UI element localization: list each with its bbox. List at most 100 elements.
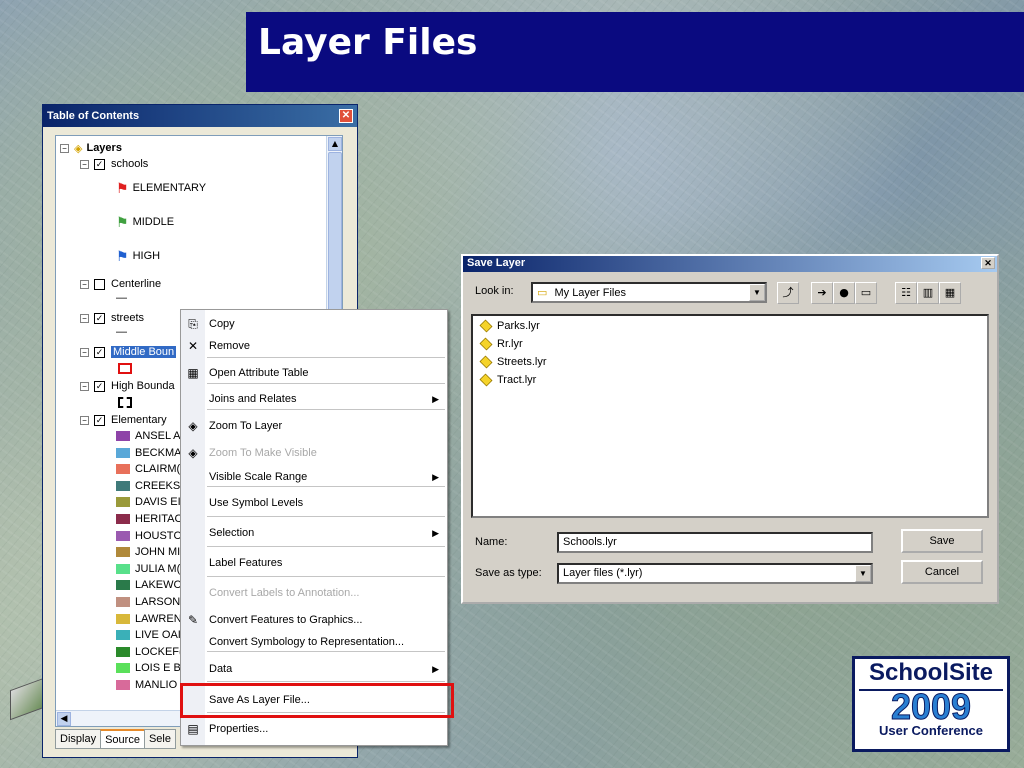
toc-layer-label: Middle Boun [111,346,177,358]
layer-context-menu: ⎘ Copy ✕ Remove ▦ Open Attribute Table Joins a… [180,309,448,746]
toc-class-item[interactable]: CLAIRM( [116,461,180,477]
color-swatch [116,580,130,591]
toc-class-item[interactable]: LIVE OAI [116,627,181,643]
thumbnails-view-icon: ▦ [944,286,956,299]
toc-class-elementary[interactable]: ⚑ ELEMENTARY [116,180,206,196]
menu-item[interactable]: ◈ Zoom To Layer [181,414,447,438]
layer-checkbox[interactable]: ✓ [94,312,105,324]
layer-checkbox[interactable]: ✓ [94,414,105,426]
file-list[interactable]: Parks.lyr Rr.lyr Streets.lyr Tract.lyr [471,314,989,518]
file-name-input[interactable]: Schools.lyr [557,532,873,553]
collapse-icon[interactable]: − [80,313,89,323]
tab-display[interactable]: Display [55,729,102,749]
menu-item[interactable]: ◈ Zoom To Make Visible [181,441,447,465]
menu-separator [207,546,445,547]
connect-folder-button[interactable]: ➔ [811,282,833,304]
toc-class-item[interactable]: HOUSTC [116,528,181,544]
toc-layer-schools[interactable]: − ✓ schools [80,156,148,172]
toc-class-label: LAKEWC [135,579,182,592]
tab-source[interactable]: Source [100,729,145,749]
menu-item[interactable]: ✕ Remove [181,334,447,358]
file-item[interactable]: Tract.lyr [479,373,536,387]
disconnect-folder-icon: ● [839,286,849,299]
toc-class-item[interactable]: HERITAC [116,511,182,527]
file-item[interactable]: Streets.lyr [479,355,547,369]
toc-root-label: Layers [86,142,122,154]
menu-item-label: Zoom To Layer [209,420,283,432]
close-icon[interactable]: ✕ [339,109,353,123]
look-in-label: Look in: [475,285,514,297]
toc-class-label: JULIA M( [135,562,181,575]
layer-checkbox[interactable] [94,278,105,290]
toc-class-item[interactable]: JOHN MI [116,544,180,560]
toc-class-item[interactable]: BECKMA [116,445,181,461]
school-flag-green-icon: ⚑ [116,213,129,230]
toc-class-item[interactable]: MANLIO [116,677,177,693]
menu-item[interactable]: Data ▶ [181,657,447,681]
toc-class-high[interactable]: ⚑ HIGH [116,248,160,264]
toc-class-item[interactable]: LARSON [116,594,180,610]
menu-item[interactable]: ✎ Convert Features to Graphics... [181,608,447,632]
toc-class-item[interactable]: JULIA M( [116,561,180,577]
close-icon[interactable]: ✕ [981,257,995,269]
color-swatch [116,613,130,624]
collapse-icon[interactable]: − [80,279,89,289]
chevron-down-icon[interactable]: ▼ [855,565,871,582]
menu-item[interactable]: Selection ▶ [181,521,447,545]
collapse-icon[interactable]: − [80,381,89,391]
toc-class-middle[interactable]: ⚑ MIDDLE [116,214,174,230]
toc-layer-high-boundaries[interactable]: − ✓ High Bounda [80,378,175,394]
scroll-up-icon[interactable]: ▲ [328,137,342,151]
layer-file-icon [479,355,493,369]
toc-class-label: MIDDLE [132,216,175,228]
look-in-dropdown[interactable]: ▭ My Layer Files ▼ [531,282,767,303]
submenu-arrow-icon: ▶ [432,471,439,482]
menu-item[interactable]: ⎘ Copy [181,312,447,336]
details-view-button[interactable]: ▥ [917,282,939,304]
toc-class-item[interactable]: ANSEL A [116,428,180,444]
toc-layer-elementary[interactable]: − ✓ Elementary [80,412,167,428]
chevron-down-icon[interactable]: ▼ [749,284,765,301]
new-folder-button[interactable]: ▭ [855,282,877,304]
menu-item[interactable]: Use Symbol Levels [181,491,447,515]
dialog-title-bar: Save Layer ✕ [463,256,997,272]
menu-item[interactable]: Label Features [181,551,447,575]
layer-checkbox[interactable]: ✓ [94,380,105,392]
collapse-icon[interactable]: − [80,347,89,357]
cancel-button[interactable]: Cancel [901,560,983,584]
thumbnails-view-button[interactable]: ▦ [939,282,961,304]
collapse-icon[interactable]: − [80,159,89,169]
save-type-dropdown[interactable]: Layer files (*.lyr) ▼ [557,563,873,584]
toc-class-item[interactable]: LAKEWC [116,577,181,593]
toc-class-item[interactable]: LOCKEF( [116,644,183,660]
up-one-level-button[interactable]: ⤴ [777,282,799,304]
file-item[interactable]: Rr.lyr [479,337,523,351]
toc-class-item[interactable]: CREEKSI [116,478,183,494]
layer-checkbox[interactable]: ✓ [94,346,105,358]
disconnect-folder-button[interactable]: ● [833,282,855,304]
toc-layer-streets[interactable]: − ✓ streets [80,310,144,326]
toc-class-label: LIVE OAI [135,629,181,642]
collapse-icon[interactable]: − [80,415,89,425]
toc-root-layers[interactable]: − ◈ Layers [60,140,122,156]
toc-class-item[interactable]: LAWREN [116,611,182,627]
zoom-layer-icon: ◈ [188,419,198,433]
list-view-button[interactable]: ☷ [895,282,917,304]
menu-item[interactable]: ▤ Properties... [181,717,447,741]
scroll-left-icon[interactable]: ◀ [57,712,71,726]
layer-checkbox[interactable]: ✓ [94,158,105,170]
save-button[interactable]: Save [901,529,983,553]
menu-item[interactable]: Joins and Relates ▶ [181,387,447,411]
toc-class-item[interactable]: DAVIS EI [116,494,181,510]
toc-layer-middle-boundaries[interactable]: − ✓ Middle Boun [80,344,177,360]
toc-class-item[interactable]: LOIS E B [116,660,181,676]
toc-class-label: ANSEL A [135,430,181,442]
toc-class-label: HIGH [132,250,161,262]
tab-selection[interactable]: Sele [143,729,176,749]
toc-title-bar: Table of Contents ✕ [43,105,357,127]
collapse-icon[interactable]: − [60,143,69,153]
menu-item[interactable]: Convert Labels to Annotation... [181,581,447,605]
menu-item[interactable]: ▦ Open Attribute Table [181,361,447,385]
menu-separator [207,357,445,358]
file-item[interactable]: Parks.lyr [479,319,540,333]
